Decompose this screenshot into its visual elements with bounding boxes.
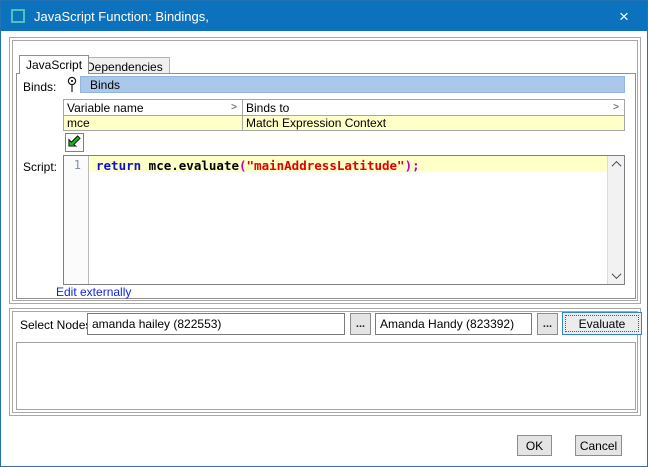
column-label: Variable name [67,101,144,115]
binds-label: Binds: [23,80,56,94]
node-right-input[interactable] [375,313,532,335]
sort-chevron-icon[interactable]: > [613,102,619,113]
string-token: "mainAddressLatitude" [247,158,405,173]
code-region[interactable]: return mce.evaluate("mainAddressLatitude… [90,156,607,284]
select-nodes-label: Select Nodes [20,318,91,332]
editor-vertical-scrollbar[interactable] [607,156,624,284]
tab-javascript[interactable]: JavaScript [19,55,89,74]
chevron-up-icon [611,161,621,171]
chevron-down-icon [611,269,621,279]
evaluate-group: Select Nodes ... ... Evaluate [9,308,641,416]
member-call-token: mce.evaluate [141,158,239,173]
dialog-body: JavaScript Dependencies Binds: Binds [1,31,647,466]
title-bar[interactable]: JavaScript Function: Bindings, × [1,1,647,31]
line-number-gutter: 1 [64,156,89,284]
close-button[interactable]: × [601,1,647,31]
scroll-up-button[interactable] [608,156,624,173]
column-label: Binds to [246,101,289,115]
line-number: 1 [64,156,88,172]
open-paren-token: ( [239,158,247,173]
sort-chevron-icon[interactable]: > [231,102,237,113]
variable-name-cell[interactable]: mce [63,116,243,131]
pin-icon [66,76,78,93]
scroll-down-button[interactable] [608,267,624,284]
green-arrow-icon [67,133,82,153]
script-editor[interactable]: 1 return mce.evaluate("mainAddressLatitu… [63,155,625,285]
app-icon [11,9,25,23]
ok-button[interactable]: OK [517,435,552,456]
edit-externally-link[interactable]: Edit externally [56,285,131,299]
close-icon: × [619,8,629,25]
binds-table: Variable name > Binds to > mce [63,99,625,131]
keyword-token: return [96,158,141,173]
cancel-button[interactable]: Cancel [575,435,622,456]
binds-section-header[interactable]: Binds [80,76,625,93]
tab-dependencies[interactable]: Dependencies [79,57,170,73]
binds-to-cell[interactable]: Match Expression Context [243,116,625,131]
evaluation-result-area[interactable] [16,342,636,410]
evaluate-button[interactable]: Evaluate [562,312,642,335]
browse-node-left-button[interactable]: ... [350,313,371,335]
code-line: return mce.evaluate("mainAddressLatitude… [90,156,607,173]
window-title: JavaScript Function: Bindings, [34,9,209,24]
binds-table-header-row: Variable name > Binds to > [63,99,625,116]
javascript-function-dialog: JavaScript Function: Bindings, × JavaScr… [0,0,648,467]
browse-node-right-button[interactable]: ... [537,313,558,335]
binds-table-row[interactable]: mce Match Expression Context [63,116,625,131]
function-editor-group: JavaScript Dependencies Binds: Binds [9,37,641,304]
column-header-variable-name[interactable]: Variable name > [63,99,243,116]
script-label: Script: [23,160,57,174]
close-punct-token: ); [405,158,420,173]
insert-variable-button[interactable] [65,133,84,152]
javascript-tab-panel: Binds: Binds Variable name > [16,73,636,299]
column-header-binds-to[interactable]: Binds to > [243,99,625,116]
node-left-input[interactable] [87,313,345,335]
